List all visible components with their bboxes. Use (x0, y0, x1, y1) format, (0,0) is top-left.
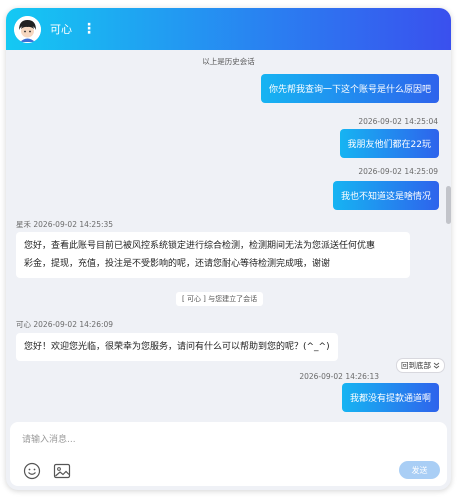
user-message: 我朋友他们都在22玩 (339, 129, 439, 158)
message-line: 彩金，提现，充值，投注是不受影响的呢，还请您耐心等待检测完成哦，谢谢 (24, 259, 331, 269)
sender-info: 可心 2026-09-02 14:26:09 (16, 320, 114, 329)
agent-name: 可心 (50, 23, 72, 36)
message-line: 您好，查看此账号目前已被风控系统锁定进行综合检测，检测期间无法为您派送任何优惠 (24, 241, 376, 251)
scrollbar-thumb[interactable] (446, 186, 451, 224)
agent-message: 您好！欢迎您光临，很荣幸为您服务，请问有什么可以帮助到您的呢？(^_^) (16, 333, 338, 361)
chat-window: 可心 ⋮ 以上是历史会话 你先帮我查询一下这个账号是什么原因吧 2026-09-… (6, 8, 451, 490)
back-to-bottom-label: 回到底部 (401, 361, 431, 370)
user-message: 我都没有提款通道啊 (341, 383, 439, 412)
message-timestamp: 2026-09-02 14:26:13 (299, 372, 379, 381)
chat-header: 可心 ⋮ (6, 8, 451, 50)
history-divider: 以上是历史会话 (202, 57, 255, 66)
agent-message: 您好，查看此账号目前已被风控系统锁定进行综合检测，检测期间无法为您派送任何优惠 … (16, 232, 410, 278)
user-message: 我也不知道这是啥情况 (332, 181, 439, 210)
agent-avatar-icon (14, 15, 41, 43)
send-button[interactable]: 发送 (399, 461, 440, 479)
session-notice: [ 可心 ] 与您建立了会话 (176, 292, 264, 306)
double-chevron-down-icon (433, 362, 440, 369)
user-message: 你先帮我查询一下这个账号是什么原因吧 (260, 74, 439, 103)
message-timestamp: 2026-09-02 14:25:04 (358, 117, 438, 126)
smiley-icon[interactable] (23, 462, 41, 480)
sender-info: 星禾 2026-09-02 14:25:35 (16, 220, 114, 229)
more-vertical-icon[interactable]: ⋮ (82, 22, 96, 36)
message-input[interactable] (22, 432, 422, 448)
message-composer: 发送 (10, 422, 447, 486)
message-timestamp: 2026-09-02 14:25:09 (358, 167, 438, 176)
image-icon[interactable] (53, 462, 71, 480)
back-to-bottom-button[interactable]: 回到底部 (396, 358, 445, 373)
message-list[interactable]: 以上是历史会话 你先帮我查询一下这个账号是什么原因吧 2026-09-02 14… (6, 50, 451, 418)
